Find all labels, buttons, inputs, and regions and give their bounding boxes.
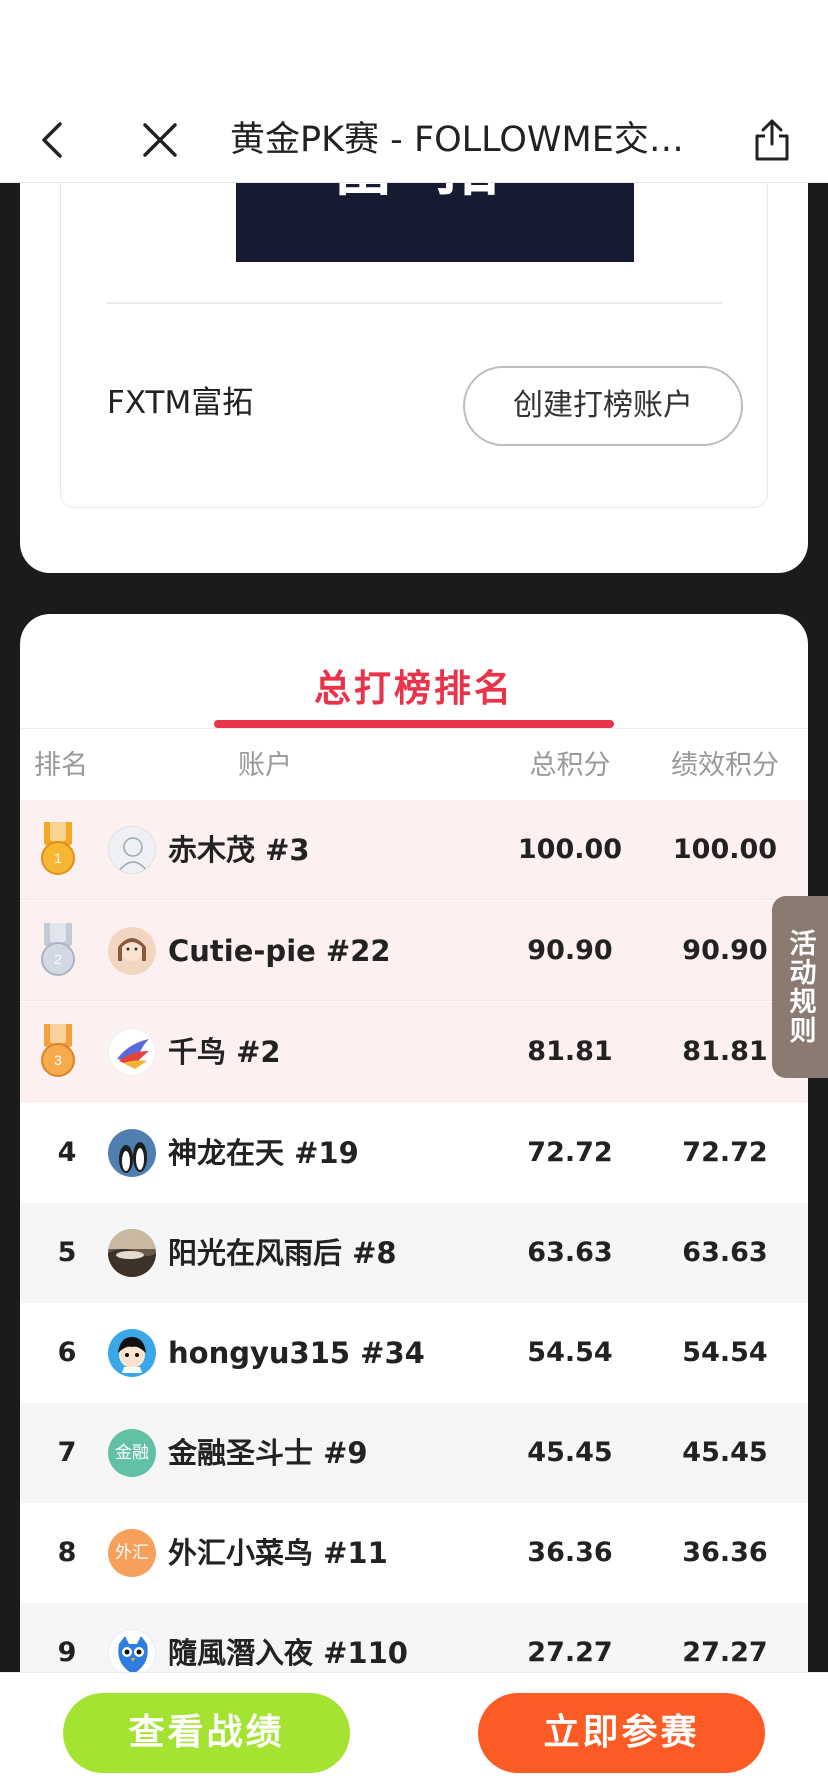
ranking-row[interactable]: 1 赤木茂 #3 100.00 100.00 — [20, 800, 808, 900]
ranking-card: 总打榜排名 排名 账户 总积分 绩效积分 1 赤木茂 #3 100.00 100… — [20, 614, 808, 1792]
ranking-row[interactable]: 3 千鸟 #2 81.81 81.81 — [20, 1002, 808, 1102]
avatar: 金融 — [108, 1429, 156, 1477]
total-score: 54.54 — [527, 1337, 613, 1368]
account-name: 赤木茂 #3 — [168, 833, 310, 867]
ranking-row[interactable]: 8 外汇 外汇小菜鸟 #11 36.36 36.36 — [20, 1503, 808, 1603]
account-name: hongyu315 #34 — [168, 1336, 425, 1370]
broker-name: FXTM富拓 — [107, 385, 254, 421]
avatar — [108, 1129, 156, 1177]
broker-card: 富拓 FXTM富拓 创建打榜账户 — [20, 140, 808, 573]
total-score: 81.81 — [527, 1036, 613, 1067]
total-score: 45.45 — [527, 1437, 613, 1468]
performance-score: 36.36 — [682, 1537, 768, 1568]
ranking-row[interactable]: 7 金融 金融圣斗士 #9 45.45 45.45 — [20, 1403, 808, 1503]
ranking-row[interactable]: 2 Cutie-pie #22 90.90 90.90 — [20, 901, 808, 1001]
total-score: 63.63 — [527, 1237, 613, 1268]
tab-total-ranking[interactable]: 总打榜排名 — [20, 658, 808, 712]
column-header-performance: 绩效积分 — [671, 750, 779, 781]
account-name: Cutie-pie #22 — [168, 934, 391, 968]
share-button[interactable] — [744, 112, 800, 168]
activity-rules-tab[interactable]: 活动规则 — [772, 896, 828, 1078]
chevron-left-icon — [42, 122, 62, 158]
create-account-button[interactable]: 创建打榜账户 — [463, 366, 743, 446]
rank-number: 5 — [57, 1237, 77, 1268]
rank-number: 8 — [57, 1537, 77, 1568]
performance-score: 45.45 — [682, 1437, 768, 1468]
account-name: 阳光在风雨后 #8 — [168, 1236, 397, 1270]
top-nav-bar: 黄金PK赛 - FOLLOWME交… — [0, 0, 828, 183]
medal-rank: 2 — [54, 951, 62, 967]
performance-score: 100.00 — [672, 834, 778, 865]
account-name: 神龙在天 #19 — [168, 1136, 359, 1170]
account-name: 外汇小菜鸟 #11 — [168, 1536, 388, 1570]
join-now-button[interactable]: 立即参赛 — [478, 1693, 765, 1773]
medal-rank: 3 — [54, 1052, 62, 1068]
back-button[interactable] — [26, 112, 82, 168]
rank-number: 4 — [57, 1137, 77, 1168]
total-score: 100.00 — [517, 834, 623, 865]
tab-active-indicator — [214, 720, 614, 728]
column-header-total: 总积分 — [529, 750, 611, 781]
avatar — [108, 826, 156, 874]
avatar — [108, 1229, 156, 1277]
divider — [107, 302, 723, 304]
ranking-row[interactable]: 4 神龙在天 #19 72.72 72.72 — [20, 1103, 808, 1203]
ranking-row[interactable]: 5 阳光在风雨后 #8 63.63 63.63 — [20, 1203, 808, 1303]
silver-medal-icon: 2 — [41, 923, 75, 976]
close-button[interactable] — [132, 112, 188, 168]
rank-number: 7 — [57, 1437, 77, 1468]
page-title: 黄金PK赛 - FOLLOWME交… — [230, 120, 684, 160]
close-icon — [143, 123, 177, 157]
total-score: 90.90 — [527, 935, 613, 966]
gold-medal-icon: 1 — [41, 822, 75, 875]
column-header-rank: 排名 — [34, 750, 88, 781]
ranking-row[interactable]: 6 hongyu315 #34 54.54 54.54 — [20, 1303, 808, 1403]
bronze-medal-icon: 3 — [41, 1024, 75, 1077]
divider — [20, 728, 808, 729]
account-name: 千鸟 #2 — [168, 1035, 281, 1069]
medal-rank: 1 — [54, 850, 62, 866]
avatar — [108, 1629, 156, 1677]
column-header-account: 账户 — [238, 750, 292, 781]
avatar: 外汇 — [108, 1529, 156, 1577]
total-score: 36.36 — [527, 1537, 613, 1568]
performance-score: 63.63 — [682, 1237, 768, 1268]
share-icon — [755, 119, 789, 161]
broker-panel: 富拓 FXTM富拓 创建打榜账户 — [60, 140, 768, 508]
avatar — [108, 1028, 156, 1076]
performance-score: 72.72 — [682, 1137, 768, 1168]
avatar — [108, 927, 156, 975]
account-name: 金融圣斗士 #9 — [168, 1436, 368, 1470]
performance-score: 54.54 — [682, 1337, 768, 1368]
view-record-button[interactable]: 查看战绩 — [63, 1693, 350, 1773]
avatar — [108, 1329, 156, 1377]
total-score: 72.72 — [527, 1137, 613, 1168]
rank-number: 6 — [57, 1337, 77, 1368]
bottom-action-bar: 查看战绩 立即参赛 — [0, 1672, 828, 1792]
